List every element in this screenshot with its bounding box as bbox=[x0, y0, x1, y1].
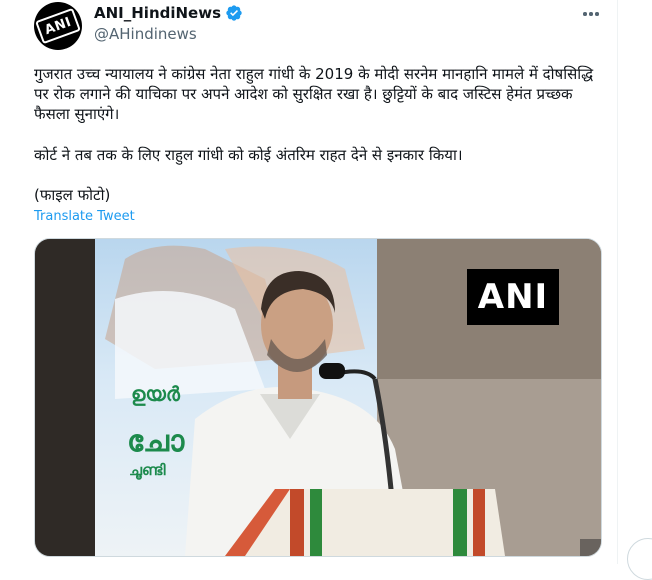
tweet-text-paragraph-3: (फाइल फोटो) bbox=[34, 186, 111, 204]
tweet-text-paragraph-2: कोर्ट ने तब तक के लिए राहुल गांधी को कोई… bbox=[34, 146, 463, 164]
author-row: ANI_HindiNews bbox=[94, 4, 243, 22]
tweet-text-paragraph-1: गुजरात उच्च न्यायालय ने कांग्रेस नेता रा… bbox=[34, 65, 594, 123]
author-display-name[interactable]: ANI_HindiNews bbox=[94, 4, 221, 22]
banner-text-line-2: ചോ bbox=[127, 424, 185, 459]
more-options-icon[interactable] bbox=[578, 4, 604, 24]
avatar-logo: ANI bbox=[35, 7, 81, 45]
banner-text-line-3: ചൂണ്ടി bbox=[129, 461, 166, 481]
tweet-media-photo[interactable]: ഉയർ ചോ ചൂണ്ടി ANI bbox=[34, 238, 602, 557]
author-handle[interactable]: @AHindinews bbox=[94, 25, 197, 43]
tweet-card: ANI ANI_HindiNews @AHindinews गुजरात उच्… bbox=[0, 0, 618, 564]
scroll-top-button[interactable] bbox=[627, 538, 652, 580]
avatar[interactable]: ANI bbox=[34, 2, 82, 50]
banner-text-line-1: ഉയർ bbox=[131, 382, 181, 406]
translate-tweet-link[interactable]: Translate Tweet bbox=[34, 209, 135, 224]
ani-watermark-logo: ANI bbox=[467, 269, 559, 325]
verified-badge-icon bbox=[225, 4, 243, 22]
